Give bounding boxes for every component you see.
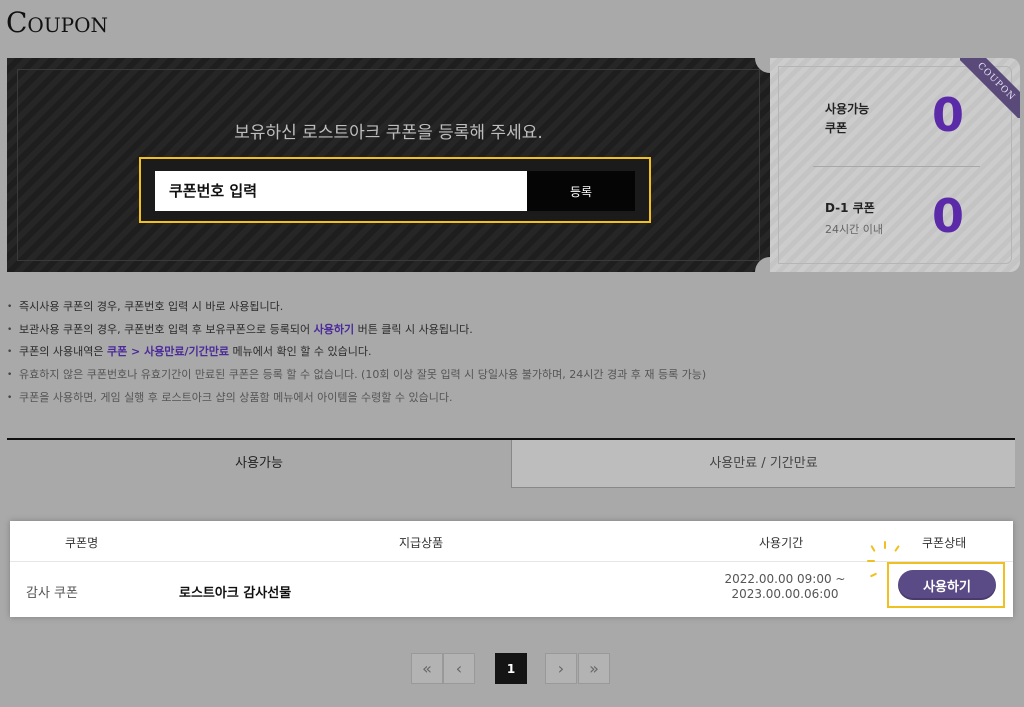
sparkle-icon <box>870 544 876 553</box>
notice-text: 즉시사용 쿠폰의 경우, 쿠폰번호 입력 시 바로 사용됩니다. <box>19 300 284 313</box>
d1-coupon-label: D-1 쿠폰 <box>825 201 875 215</box>
notice-text: 쿠폰의 사용내역은 <box>19 345 107 359</box>
notice-text: 보관사용 쿠폰의 경우, 쿠폰번호 입력 후 보유쿠폰으로 등록되어 <box>19 322 314 336</box>
coupon-ribbon-text: COUPON <box>960 58 1020 118</box>
next-page-button[interactable]: › <box>545 653 577 684</box>
use-button-frame: 사용하기 <box>887 562 1005 608</box>
coupon-product: 로스트아크 감사선물 <box>179 586 292 601</box>
available-label-line2: 쿠폰 <box>825 121 848 135</box>
notice-list: 즉시사용 쿠폰의 경우, 쿠폰번호 입력 시 바로 사용됩니다. 보관사용 쿠폰… <box>7 298 706 411</box>
notice-text: 메뉴에서 확인 할 수 있습니다. <box>229 345 372 359</box>
coupon-ribbon: COUPON <box>960 58 1020 118</box>
use-coupon-button[interactable]: 사용하기 <box>898 570 996 600</box>
prev-page-button[interactable]: ‹ <box>443 653 475 684</box>
coupon-name: 감사 쿠폰 <box>26 586 78 601</box>
page-1-button[interactable]: 1 <box>495 653 527 684</box>
notice-item: 쿠폰의 사용내역은 쿠폰 > 사용만료/기간만료 메뉴에서 확인 할 수 있습니… <box>7 343 706 366</box>
available-label-line1: 사용가능 <box>825 102 870 116</box>
register-button[interactable]: 등록 <box>527 171 635 211</box>
notice-text: 유효하지 않은 쿠폰번호나 유효기간이 만료된 쿠폰은 등록 할 수 없습니다.… <box>19 368 707 382</box>
notice-highlight: 사용하기 <box>313 322 355 336</box>
page-title: Coupon <box>6 6 109 39</box>
d1-coupon-count: 0 <box>932 189 965 243</box>
period-end: 2023.00.00.06:00 <box>731 587 839 601</box>
stat-divider <box>813 166 980 167</box>
ticket-perforation <box>0 58 8 272</box>
first-page-button[interactable]: « <box>411 653 443 684</box>
tab-available[interactable]: 사용가능 <box>7 440 511 488</box>
coupon-table: 쿠폰명 지급상품 사용기간 쿠폰상태 감사 쿠폰 로스트아크 감사선물 2022… <box>10 521 1013 617</box>
notice-item: 보관사용 쿠폰의 경우, 쿠폰번호 입력 후 보유쿠폰으로 등록되어 사용하기 … <box>7 321 706 344</box>
header-period: 사용기간 <box>759 536 804 550</box>
coupon-period: 2022.00.00 09:00 ~ 2023.00.00.06:00 <box>720 572 850 602</box>
sparkle-icon <box>884 541 886 549</box>
sparkle-icon <box>867 560 875 562</box>
sparkle-icon <box>894 545 900 552</box>
header-product: 지급상품 <box>399 536 444 550</box>
header-coupon-name: 쿠폰명 <box>65 536 99 550</box>
notice-item: 유효하지 않은 쿠폰번호나 유효기간이 만료된 쿠폰은 등록 할 수 없습니다.… <box>7 366 706 389</box>
available-coupon-count: 0 <box>932 88 965 142</box>
coupon-code-input[interactable] <box>155 171 527 211</box>
notice-item: 쿠폰을 사용하면, 게임 실행 후 로스트아크 샵의 상품함 메뉴에서 아이템을… <box>7 389 706 412</box>
notice-text: 쿠폰을 사용하면, 게임 실행 후 로스트아크 샵의 상품함 메뉴에서 아이템을… <box>19 390 453 404</box>
coupon-tabs: 사용가능 사용만료 / 기간만료 <box>7 438 1015 488</box>
notice-item: 즉시사용 쿠폰의 경우, 쿠폰번호 입력 시 바로 사용됩니다. <box>7 298 706 321</box>
sparkle-icon <box>869 572 878 578</box>
last-page-button[interactable]: » <box>578 653 610 684</box>
notice-highlight: 쿠폰 > 사용만료/기간만료 <box>106 345 230 359</box>
tab-expired[interactable]: 사용만료 / 기간만료 <box>511 440 1015 488</box>
ticket-headline: 보유하신 로스트아크 쿠폰을 등록해 주세요. <box>234 123 543 143</box>
notice-text: 버튼 클릭 시 사용됩니다. <box>354 322 473 336</box>
header-divider <box>10 561 1013 562</box>
period-start: 2022.00.00 09:00 ~ <box>724 572 846 586</box>
available-coupon-label: 사용가능 쿠폰 <box>825 100 869 138</box>
header-status: 쿠폰상태 <box>922 536 967 550</box>
coupon-input-frame: 등록 <box>139 157 651 223</box>
d1-coupon-sub: 24시간 이내 <box>825 223 883 236</box>
coupon-count-panel: COUPON 사용가능 쿠폰 0 D-1 쿠폰 24시간 이내 0 <box>770 58 1020 272</box>
